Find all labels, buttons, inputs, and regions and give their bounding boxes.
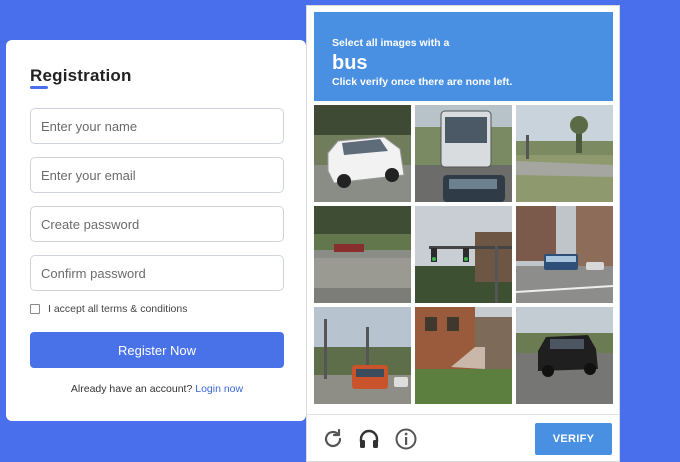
captcha-header: Select all images with a bus Click verif… [314,12,613,101]
terms-checkbox[interactable] [30,304,40,314]
city-bus-image [516,206,613,303]
highway-wall-image [314,206,411,303]
house-stairs-image [415,307,512,404]
captcha-subinstruction: Click verify once there are none left. [332,76,513,88]
verify-button[interactable]: VERIFY [535,423,612,455]
captcha-tile-3[interactable] [516,105,613,202]
captcha-tile-6[interactable] [516,206,613,303]
parking-lot-image [516,105,613,202]
bus-front-image [415,105,512,202]
terms-row: I accept all terms & conditions [30,303,187,315]
captcha-tile-8[interactable] [415,307,512,404]
title-underline [30,86,48,89]
audio-icon[interactable] [357,427,381,451]
terms-label: I accept all terms & conditions [48,303,188,315]
login-link[interactable]: Login now [195,383,243,395]
captcha-tile-5[interactable] [415,206,512,303]
reload-icon[interactable] [321,427,345,451]
register-button[interactable]: Register Now [30,332,284,368]
traffic-light-image [415,206,512,303]
registration-title: Registration [30,66,132,85]
confirm-password-input[interactable] [30,255,284,291]
captcha-tile-9[interactable] [516,307,613,404]
bus-station-image [314,307,411,404]
login-prompt: Already have an account? [70,383,193,395]
captcha-tile-1[interactable] [314,105,411,202]
captcha-footer: VERIFY [307,414,619,462]
login-prompt-row: Already have an account? Login now [30,383,284,395]
info-icon[interactable] [394,427,418,451]
name-input[interactable] [30,108,284,144]
captcha-tile-7[interactable] [314,307,411,404]
email-input[interactable] [30,157,284,193]
captcha-instruction: Select all images with a [332,37,450,49]
captcha-tile-4[interactable] [314,206,411,303]
black-suv-image [516,307,613,404]
captcha-grid [314,105,613,405]
van-image [314,105,411,202]
password-input[interactable] [30,206,284,242]
captcha-widget: Select all images with a bus Click verif… [306,5,620,462]
captcha-target: bus [332,52,368,74]
captcha-tile-2[interactable] [415,105,512,202]
